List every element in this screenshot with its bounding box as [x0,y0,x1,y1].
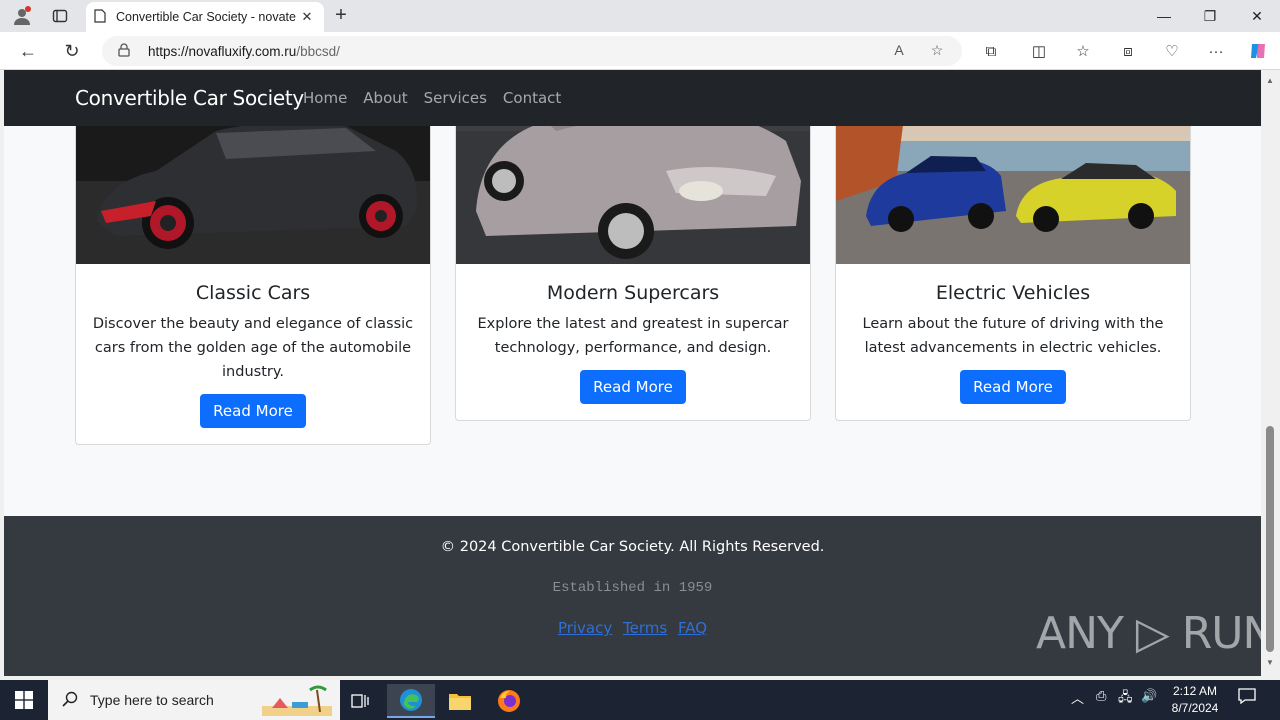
search-highlight-beach-icon [262,684,332,719]
nav-link-contact[interactable]: Contact [503,89,561,107]
task-view-icon[interactable] [336,684,384,718]
more-menu-icon[interactable]: ··· [1205,41,1227,63]
favorite-star-icon[interactable]: ☆ [928,42,946,60]
card-title: Modern Supercars [546,282,720,304]
nav-links: Home About Services Contact [303,89,561,107]
footer-established: Established in 1959 [552,580,713,596]
nav-link-about[interactable]: About [363,89,407,107]
browser-tab-active[interactable]: Convertible Car Society - novate ✕ [86,2,324,32]
footer-link-faq[interactable]: FAQ [678,619,707,637]
footer-link-terms[interactable]: Terms [623,619,667,637]
tray-overflow-icon[interactable]: ︿ [1071,688,1084,707]
url-bar[interactable]: https://novafluxify.com.ru/bbcsd/ A ☆ [102,36,962,66]
page-icon [94,8,106,26]
network-icon[interactable]: 🖧 [1118,688,1133,710]
site-navbar: Convertible Car Society Home About Servi… [4,70,1261,126]
address-toolbar: ← ↻ https://novafluxify.com.ru/bbcsd/ A … [0,32,1280,70]
card-text: Explore the latest and greatest in super… [477,316,789,356]
card-title: Classic Cars [195,282,311,304]
browser-essentials-icon[interactable]: ♡ [1161,41,1183,63]
scrollbar-thumb[interactable] [1266,426,1274,652]
card-title: Electric Vehicles [935,282,1091,304]
profile-icon[interactable] [10,4,34,28]
card-text: Learn about the future of driving with t… [862,316,1164,356]
system-clock[interactable]: 2:12 AM 8/7/2024 [1160,683,1230,717]
url-path: /bbcsd/ [296,43,340,59]
firefox-icon[interactable] [485,684,533,718]
search-icon [62,691,80,710]
windows-taskbar: Type here to search ︿ ⎙ 🖧 🔊 2:12 AM 8/7/… [0,680,1280,720]
notifications-icon[interactable] [1238,688,1256,707]
browser-tab-strip: Convertible Car Society - novate ✕ + — ❐… [0,0,1280,32]
url-host: https://novafluxify.com.ru [148,43,297,59]
new-tab-button[interactable]: + [330,4,352,28]
tab-title: Convertible Car Society - novate [116,10,296,24]
clock-time: 2:12 AM [1172,684,1218,698]
split-screen-icon[interactable]: ◫ [1028,41,1050,63]
page-scrollbar[interactable]: ▲ ▼ [1261,70,1280,676]
site-brand[interactable]: Convertible Car Society [75,86,304,110]
back-button[interactable]: ← [16,39,40,63]
page-viewport: Classic Cars Discover the beauty and ele… [4,70,1261,676]
read-aloud-icon[interactable]: A [890,42,908,60]
card-text: Discover the beauty and elegance of clas… [92,316,414,380]
read-more-button[interactable]: Read More [580,370,686,404]
clock-date: 8/7/2024 [1171,701,1219,715]
restore-button[interactable]: ❐ [1187,0,1233,32]
nav-link-services[interactable]: Services [424,89,487,107]
card-classic-cars: Classic Cars Discover the beauty and ele… [75,70,431,445]
start-button[interactable] [0,680,48,720]
nav-link-home[interactable]: Home [303,89,347,107]
search-placeholder: Type here to search [90,692,214,708]
collections-icon[interactable]: ⧈ [1117,41,1139,63]
lock-icon[interactable] [118,42,134,60]
scroll-up-arrow-icon[interactable]: ▲ [1265,76,1275,86]
refresh-button[interactable]: ↻ [60,39,84,63]
window-close-button[interactable]: ✕ [1234,0,1280,32]
favorites-icon[interactable]: ☆ [1072,41,1094,63]
minimize-button[interactable]: — [1141,0,1187,32]
footer-copyright: © 2024 Convertible Car Society. All Righ… [440,539,825,555]
anyrun-watermark-logo: ANY ▷ RUN [1036,608,1275,659]
footer-link-privacy[interactable]: Privacy [558,619,612,637]
tray-device-icon[interactable]: ⎙ [1096,688,1106,704]
read-more-button[interactable]: Read More [960,370,1066,404]
tab-actions-icon[interactable] [48,4,72,28]
taskbar-search-box[interactable]: Type here to search [48,680,340,720]
file-explorer-icon[interactable] [436,684,484,718]
tab-close-icon[interactable]: ✕ [298,9,316,25]
volume-icon[interactable]: 🔊 [1141,688,1157,704]
read-more-button[interactable]: Read More [200,394,306,428]
edge-taskbar-icon[interactable] [387,684,435,718]
scroll-down-arrow-icon[interactable]: ▼ [1265,658,1275,668]
copilot-icon[interactable] [1247,41,1269,63]
extensions-icon[interactable]: ⧉ [980,41,1002,63]
